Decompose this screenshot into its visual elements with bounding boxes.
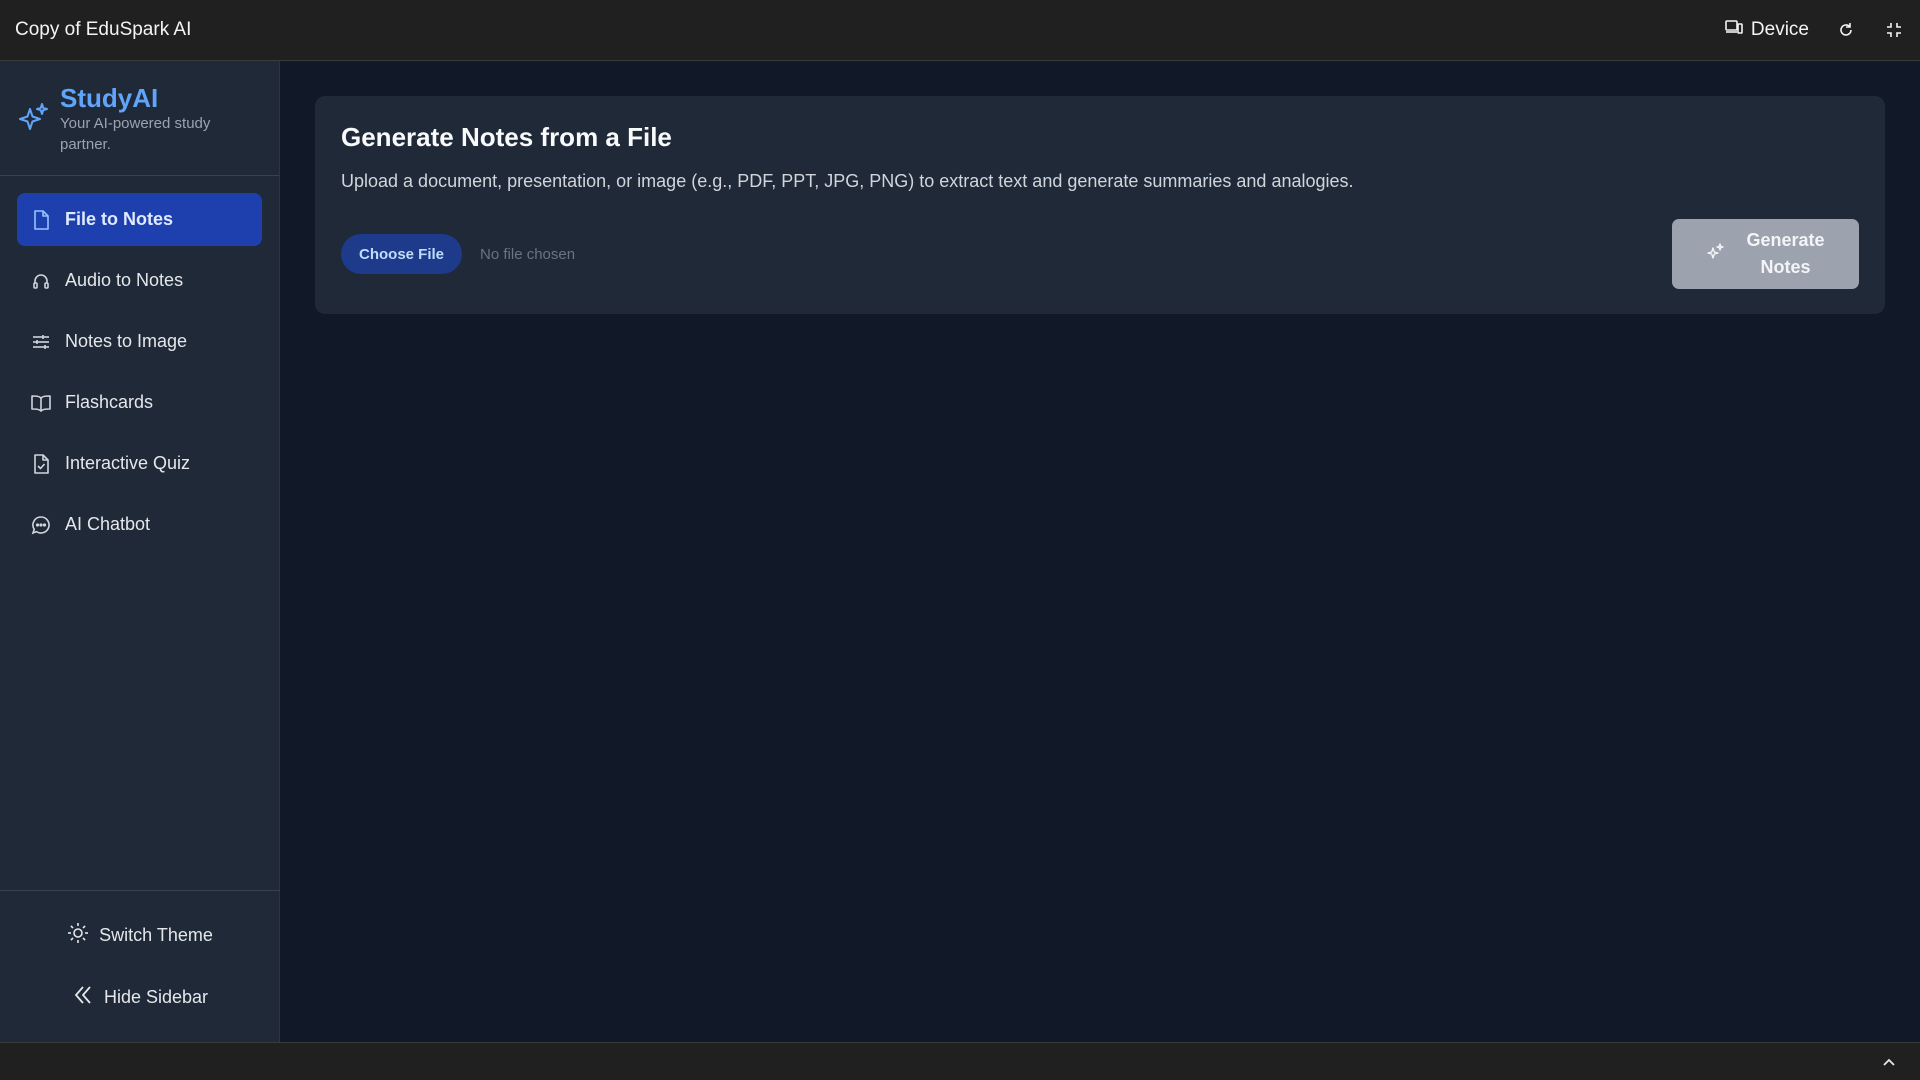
window-title: Copy of EduSpark AI	[15, 19, 192, 40]
choose-file-button[interactable]: Choose File	[341, 234, 463, 274]
sidebar-nav: File to Notes Audio to Notes Notes to Im…	[0, 176, 279, 551]
page-description: Upload a document, presentation, or imag…	[341, 171, 1354, 191]
file-input: Choose File No file chosen	[341, 234, 575, 274]
switch-theme-label: Switch Theme	[99, 924, 213, 945]
bottom-bar	[0, 1042, 1920, 1080]
sidebar-item-label: Interactive Quiz	[65, 453, 191, 473]
generate-notes-button[interactable]: Generate Notes	[1672, 219, 1859, 289]
device-icon	[1725, 19, 1743, 41]
brand-name: StudyAI	[60, 83, 159, 113]
hide-sidebar-label: Hide Sidebar	[103, 986, 209, 1007]
sidebar-item-label: Notes to Image	[65, 331, 188, 351]
headset-icon	[31, 271, 51, 291]
sidebar-item-flashcards[interactable]: Flashcards	[17, 376, 262, 429]
refresh-icon[interactable]	[1835, 19, 1857, 41]
sidebar-item-notes-to-image[interactable]: Notes to Image	[17, 315, 262, 368]
sliders-icon	[31, 332, 51, 352]
sidebar: StudyAI Your AI-powered study partner. F…	[0, 61, 280, 1042]
sun-icon	[67, 922, 89, 949]
file-to-notes-card: Generate Notes from a File Upload a docu…	[315, 96, 1885, 314]
sparkles-icon	[1706, 242, 1724, 266]
brand-tagline: Your AI-powered study partner.	[60, 115, 211, 153]
brand: StudyAI Your AI-powered study partner.	[0, 61, 279, 176]
sidebar-item-label: File to Notes	[65, 209, 174, 229]
file-status-text: No file chosen	[480, 245, 576, 263]
window-titlebar: Copy of EduSpark AI Device	[0, 0, 1920, 61]
sidebar-footer: Switch Theme Hide Sidebar	[0, 890, 280, 1042]
hide-sidebar-button[interactable]: Hide Sidebar	[72, 979, 208, 1015]
chat-bubble-icon	[31, 515, 51, 535]
chevrons-left-icon	[72, 984, 94, 1011]
main-content: Generate Notes from a File Upload a docu…	[281, 61, 1920, 1042]
device-button[interactable]: Device	[1725, 19, 1809, 41]
file-icon	[31, 209, 51, 230]
sparkles-icon	[18, 101, 50, 133]
generate-notes-label: Generate Notes	[1746, 230, 1825, 277]
page-title: Generate Notes from a File	[341, 122, 672, 152]
book-open-icon	[31, 393, 51, 413]
sidebar-item-label: Flashcards	[65, 392, 154, 412]
sidebar-item-label: Audio to Notes	[65, 270, 184, 290]
file-check-icon	[31, 453, 51, 474]
sidebar-item-audio-to-notes[interactable]: Audio to Notes	[17, 254, 262, 307]
chevron-up-icon[interactable]	[1880, 1053, 1898, 1071]
switch-theme-button[interactable]: Switch Theme	[67, 917, 213, 953]
fullscreen-exit-icon[interactable]	[1883, 19, 1905, 41]
sidebar-item-ai-chatbot[interactable]: AI Chatbot	[17, 498, 262, 551]
sidebar-item-interactive-quiz[interactable]: Interactive Quiz	[17, 437, 262, 490]
device-label: Device	[1750, 19, 1809, 40]
sidebar-item-file-to-notes[interactable]: File to Notes	[17, 193, 262, 246]
sidebar-item-label: AI Chatbot	[65, 514, 151, 534]
window-actions: Device	[1725, 19, 1905, 41]
